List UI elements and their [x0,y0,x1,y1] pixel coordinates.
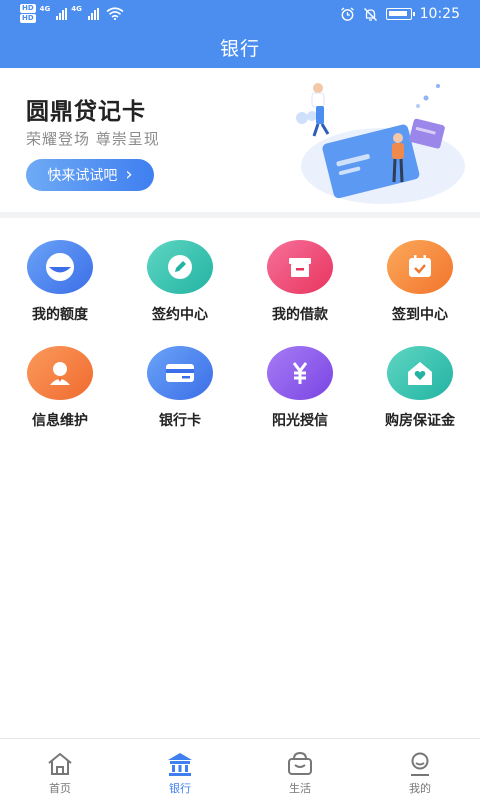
tab-basket[interactable]: 生活 [240,739,360,800]
wifi-icon [106,7,124,20]
top-bar: HD HD 4G 4G 10:25 银行 [0,0,480,68]
status-bar: HD HD 4G 4G 10:25 [0,0,480,30]
grid-item-house-heart[interactable]: 购房保证金 [360,324,480,430]
grid-item-label: 签到中心 [392,307,448,323]
status-right: 10:25 [340,6,460,22]
house-heart-icon [387,346,453,400]
grid-item-label: 银行卡 [159,413,201,429]
signal-icon [56,7,68,20]
grid-item-label: 购房保证金 [385,413,455,429]
credit-card-illustration [296,83,465,204]
signal-icon [87,7,99,20]
alarm-icon [340,6,354,21]
hd-badges: HD HD [20,4,36,23]
loan-box-icon [267,240,333,294]
status-left: HD HD 4G 4G [20,4,124,23]
pen-icon [147,240,213,294]
quota-icon [27,240,93,294]
grid-item-calendar-check[interactable]: 签到中心 [360,218,480,324]
bank-card-icon [147,346,213,400]
chevron-right-icon: › [125,164,133,185]
grid-item-pen[interactable]: 签约中心 [120,218,240,324]
grid-item-label: 信息维护 [32,413,88,429]
tab-label: 首页 [49,782,71,795]
bottom-tab-bar: 首页 银行 生活 我的 [0,738,480,800]
bank-screen: HD HD 4G 4G 10:25 银行 圆鼎贷记卡 荣耀登场 尊崇呈现 快来试… [0,0,480,800]
network-type: 4G [39,4,51,13]
grid-item-label: 我的额度 [32,307,88,323]
banner-title: 圆鼎贷记卡 [26,99,146,125]
status-time: 10:25 [419,6,460,22]
battery-icon [385,8,415,20]
bank-icon [166,751,194,777]
hd-badge: HD [20,4,36,13]
mute-bell-icon [363,7,377,21]
basket-icon [286,751,314,777]
banner-subtitle: 荣耀登场 尊崇呈现 [26,130,160,148]
tab-label: 生活 [289,782,311,795]
page-title: 银行 [219,38,260,60]
promo-banner[interactable]: 圆鼎贷记卡 荣耀登场 尊崇呈现 快来试试吧 › [0,68,480,212]
grid-item-quota[interactable]: 我的额度 [0,218,120,324]
grid-item-bank-card[interactable]: 银行卡 [120,324,240,430]
grid-item-label: 阳光授信 [272,413,328,429]
tab-bank[interactable]: 银行 [120,739,240,800]
try-now-label: 快来试试吧 [47,168,118,184]
calendar-check-icon [387,240,453,294]
grid-item-user[interactable]: 信息维护 [0,324,120,430]
grid-item-yuan[interactable]: 阳光授信 [240,324,360,430]
user-icon [27,346,93,400]
tab-home[interactable]: 首页 [0,739,120,800]
profile-icon [406,751,434,777]
grid-item-label: 签约中心 [152,307,208,323]
home-icon [46,751,74,777]
hd-badge: HD [20,14,36,23]
grid-item-label: 我的借款 [272,307,328,323]
grid-item-loan-box[interactable]: 我的借款 [240,218,360,324]
yuan-icon [267,346,333,400]
try-now-button[interactable]: 快来试试吧 › [26,159,154,191]
network-type: 4G [71,4,82,13]
tab-label: 银行 [169,782,191,795]
tab-label: 我的 [409,782,431,795]
tab-profile[interactable]: 我的 [360,739,480,800]
